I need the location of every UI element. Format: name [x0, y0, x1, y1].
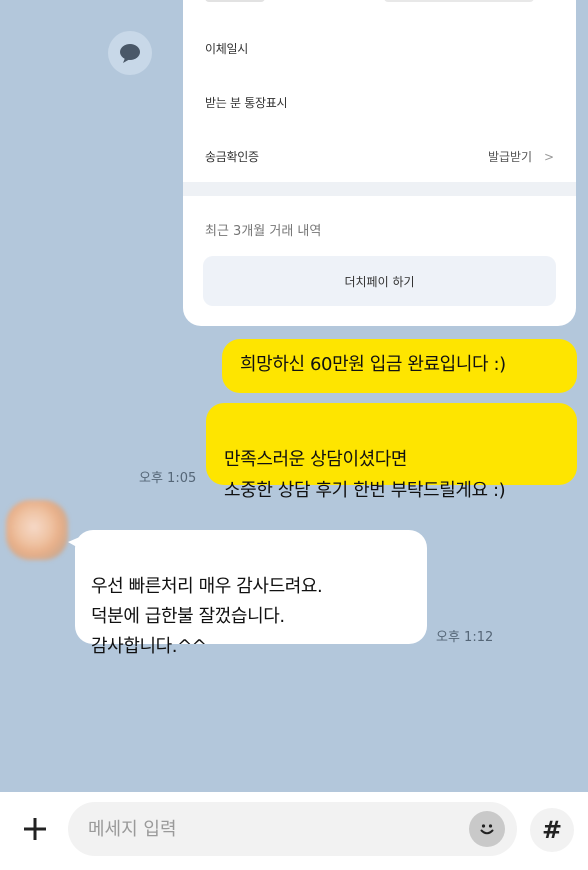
chevron-right-icon: > — [543, 150, 554, 164]
speech-bubble-icon[interactable] — [108, 31, 152, 75]
message-text: 희망하신 60만원 입금 완료입니다 :) — [240, 354, 506, 375]
section-divider — [183, 182, 576, 196]
outgoing-message-bubble[interactable]: 희망하신 60만원 입금 완료입니다 :) — [222, 339, 577, 393]
emoji-icon[interactable] — [469, 811, 505, 847]
speech-bubble-icon-glyph — [120, 44, 140, 63]
cropped-row-value — [384, 0, 534, 2]
transfer-certificate-label: 송금확인증 — [205, 150, 259, 164]
incoming-message-bubble[interactable]: 우선 빠른처리 매우 감사드려요. 덕분에 급한불 잘껐습니다. 감사합니다.^… — [75, 530, 427, 657]
message-text: 우선 빠른처리 매우 감사드려요. 덕분에 급한불 잘껐습니다. 감사합니다.^… — [91, 576, 323, 657]
plus-icon[interactable] — [14, 808, 56, 850]
issue-certificate-link[interactable]: 발급받기 > — [488, 148, 554, 165]
message-text: 만족스러운 상담이셨다면 소중한 상담 후기 한번 부탁드릴게요 :) — [224, 449, 506, 501]
cropped-row-label — [205, 0, 265, 2]
transfer-datetime-label: 이체일시 — [205, 42, 248, 56]
message-timestamp: 오후 1:05 — [139, 471, 197, 486]
emoji-icon-glyph — [480, 824, 494, 835]
sender-avatar[interactable] — [6, 500, 68, 560]
issue-certificate-label: 발급받기 — [487, 150, 533, 164]
recipient-statement-label: 받는 분 통장표시 — [205, 96, 288, 110]
plus-icon-glyph — [24, 818, 46, 840]
dutch-pay-button[interactable]: 더치페이 하기 — [203, 256, 556, 306]
hashtag-button[interactable]: # — [530, 808, 574, 852]
recent-history-label: 최근 3개월 거래 내역 — [205, 224, 322, 239]
bubble-tail — [68, 536, 82, 550]
outgoing-message-bubble[interactable]: 만족스러운 상담이셨다면 소중한 상담 후기 한번 부탁드릴게요 :) — [206, 403, 577, 501]
hash-label: # — [541, 816, 563, 844]
transfer-receipt-card: 이체일시 받는 분 통장표시 송금확인증 발급받기 > 최근 3개월 거래 내역… — [183, 0, 576, 326]
message-input[interactable] — [68, 802, 517, 856]
message-timestamp: 오후 1:12 — [436, 630, 494, 645]
